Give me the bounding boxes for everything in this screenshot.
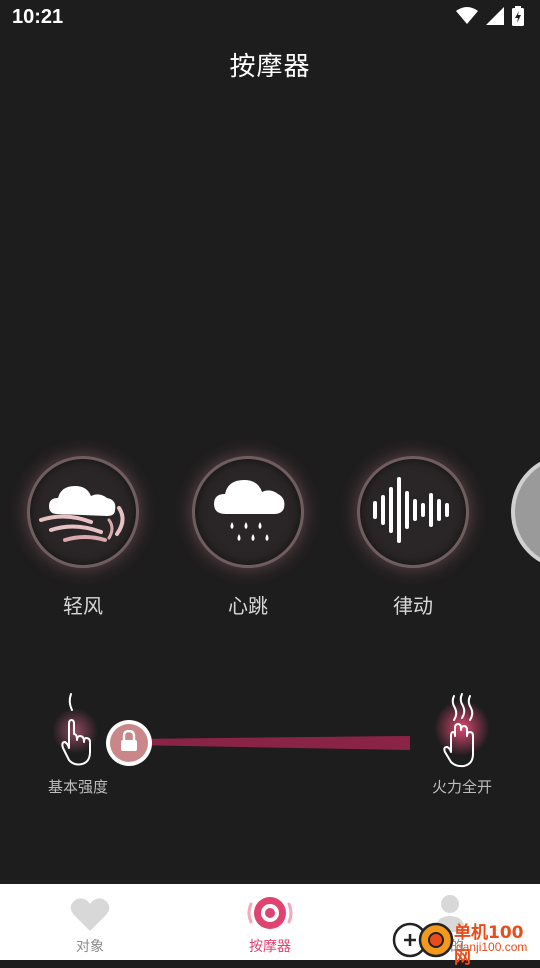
lock-icon (120, 729, 138, 756)
mode-breeze-button[interactable] (27, 456, 139, 568)
mode-heartbeat-button[interactable] (192, 456, 304, 568)
watermark-logo: 单机100网 danji100.com (392, 918, 538, 968)
watermark-emblem (392, 922, 454, 958)
watermark-text-en: danji100.com (456, 940, 528, 954)
soundwave-icon (371, 475, 455, 549)
nav-item-partner[interactable]: 对象 (30, 884, 150, 960)
intensity-track (130, 736, 410, 750)
battery-icon (512, 6, 524, 30)
nav-label-massager: 按摩器 (249, 939, 291, 955)
intensity-slider[interactable] (126, 728, 412, 756)
nav-label-partner: 对象 (76, 939, 104, 955)
mode-rhythm-label: 律动 (393, 594, 433, 618)
mode-rhythm-button[interactable] (357, 456, 469, 568)
status-time: 10:21 (12, 6, 64, 28)
intensity-min-label: 基本强度 (48, 778, 109, 796)
intensity-slider-thumb[interactable] (106, 720, 152, 766)
wifi-icon (456, 7, 478, 29)
signal-icon (486, 7, 504, 29)
intensity-max-label: 火力全开 (432, 778, 493, 796)
mode-heartbeat-label: 心跳 (228, 594, 268, 618)
hand-heat-icon (440, 692, 482, 772)
mode-breeze-label: 轻风 (63, 594, 103, 618)
massager-icon (247, 894, 293, 936)
page-title: 按摩器 (229, 52, 311, 82)
cloud-wind-icon (35, 474, 131, 550)
pointing-hand-icon (56, 692, 96, 772)
heart-icon (70, 896, 110, 936)
nav-item-massager[interactable]: 按摩器 (210, 884, 330, 960)
mode-more-button[interactable] (511, 454, 540, 570)
status-icons (456, 6, 524, 30)
cloud-rain-icon (208, 470, 288, 554)
